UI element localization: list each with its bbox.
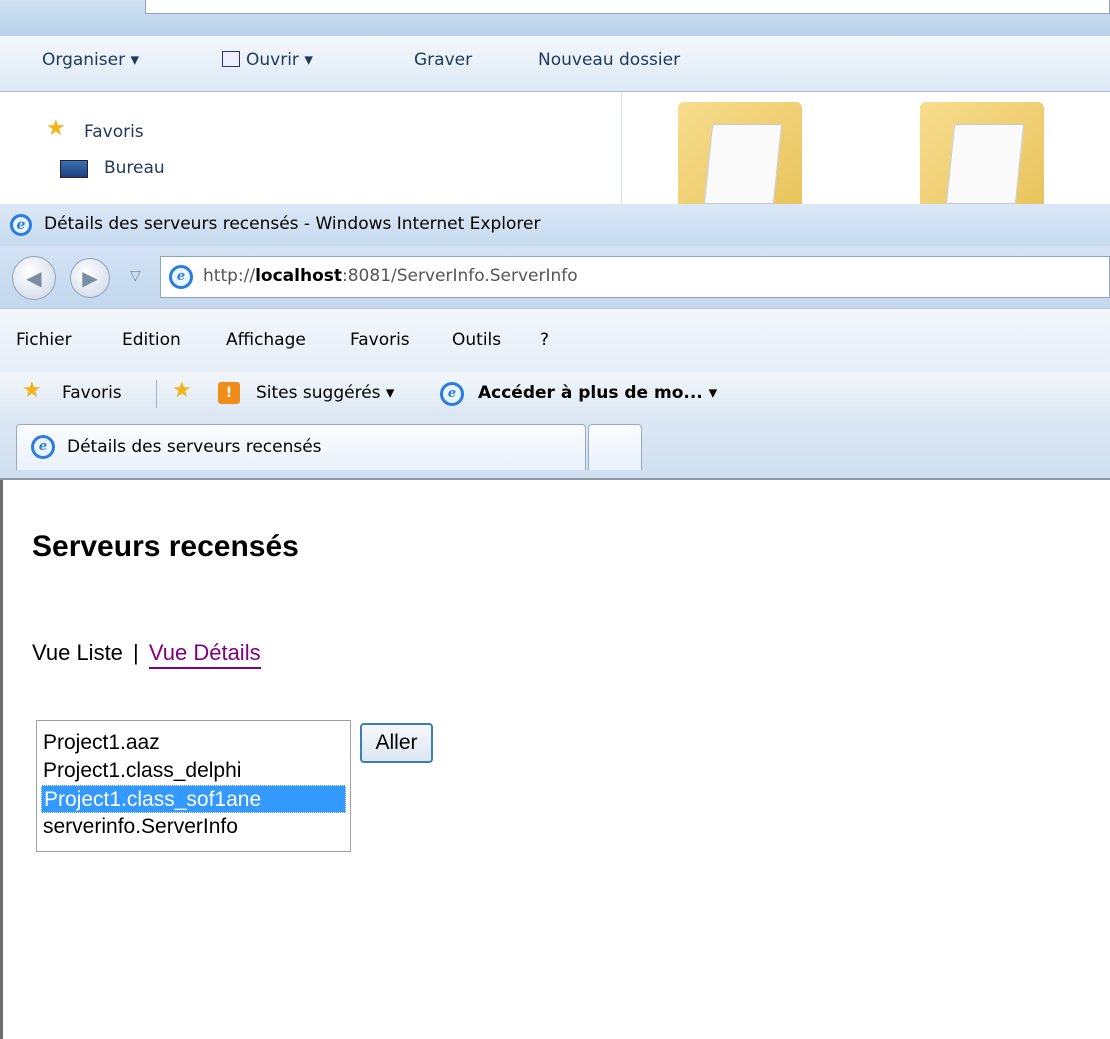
server-option[interactable]: Project1.aaz — [37, 729, 350, 757]
view-list-link[interactable]: Vue Liste — [32, 640, 123, 665]
tab-page-icon: e — [31, 435, 55, 459]
open-button[interactable]: Ouvrir ▾ — [222, 50, 313, 70]
recent-pages-dropdown[interactable]: ▽ — [130, 268, 141, 284]
menu-edit[interactable]: Edition — [122, 330, 181, 350]
nav-favorites[interactable]: Favoris — [84, 122, 144, 142]
menu-favorites[interactable]: Favoris — [350, 330, 410, 350]
favorites-button[interactable]: Favoris — [62, 383, 122, 403]
explorer-nav-pane: ★ Favoris Bureau — [0, 92, 622, 204]
new-folder-button[interactable]: Nouveau dossier — [538, 50, 680, 70]
window-title: Détails des serveurs recensés - Windows … — [44, 214, 541, 234]
page-title: Serveurs recensés — [32, 530, 299, 563]
address-bar[interactable]: e http://localhost:8081/ServerInfo.Serve… — [160, 256, 1110, 298]
menu-help[interactable]: ? — [540, 330, 549, 350]
tab-label: Détails des serveurs recensés — [67, 437, 322, 457]
view-details-link[interactable]: Vue Détails — [148, 640, 261, 669]
star-icon: ★ — [46, 116, 66, 141]
page-icon: e — [169, 265, 193, 289]
folder-icon[interactable] — [920, 102, 1044, 204]
server-option-selected[interactable]: Project1.class_sof1ane — [41, 785, 346, 813]
back-button[interactable]: ◀ — [12, 256, 56, 300]
new-tab-button[interactable] — [588, 424, 642, 470]
burn-button[interactable]: Graver — [414, 50, 472, 70]
menu-tools[interactable]: Outils — [452, 330, 501, 350]
suggested-sites-icon: ! — [218, 382, 240, 404]
organise-button[interactable]: Organiser ▾ — [42, 50, 139, 70]
menu-file[interactable]: Fichier — [16, 330, 72, 350]
explorer-title-bar — [0, 0, 1110, 36]
desktop-icon — [60, 160, 88, 178]
add-favorite-icon[interactable]: ★ — [172, 380, 192, 402]
explorer-address-bar[interactable] — [145, 0, 1110, 14]
open-icon — [222, 51, 240, 67]
ie-logo-icon: e — [10, 214, 32, 236]
nav-desktop[interactable]: Bureau — [104, 158, 165, 178]
view-separator: | — [133, 640, 139, 665]
menu-view[interactable]: Affichage — [226, 330, 306, 350]
server-listbox[interactable]: Project1.aaz Project1.class_delphi Proje… — [36, 720, 351, 852]
open-label: Ouvrir ▾ — [246, 50, 313, 70]
star-icon: ★ — [22, 378, 42, 403]
server-option[interactable]: serverinfo.ServerInfo — [37, 813, 350, 841]
separator — [156, 380, 157, 408]
more-addons-button[interactable]: Accéder à plus de mo... ▾ — [478, 383, 717, 403]
folder-icon[interactable] — [678, 102, 802, 204]
server-option[interactable]: Project1.class_delphi — [37, 757, 350, 785]
forward-button[interactable]: ▶ — [70, 258, 110, 298]
suggested-sites-button[interactable]: Sites suggérés ▾ — [256, 383, 394, 403]
view-switcher: Vue Liste | Vue Détails — [32, 640, 261, 669]
ie-addons-icon: e — [440, 382, 464, 406]
go-button[interactable]: Aller — [360, 723, 433, 763]
address-url[interactable]: http://localhost:8081/ServerInfo.ServerI… — [203, 266, 578, 286]
tab-active[interactable]: e Détails des serveurs recensés — [16, 424, 586, 470]
